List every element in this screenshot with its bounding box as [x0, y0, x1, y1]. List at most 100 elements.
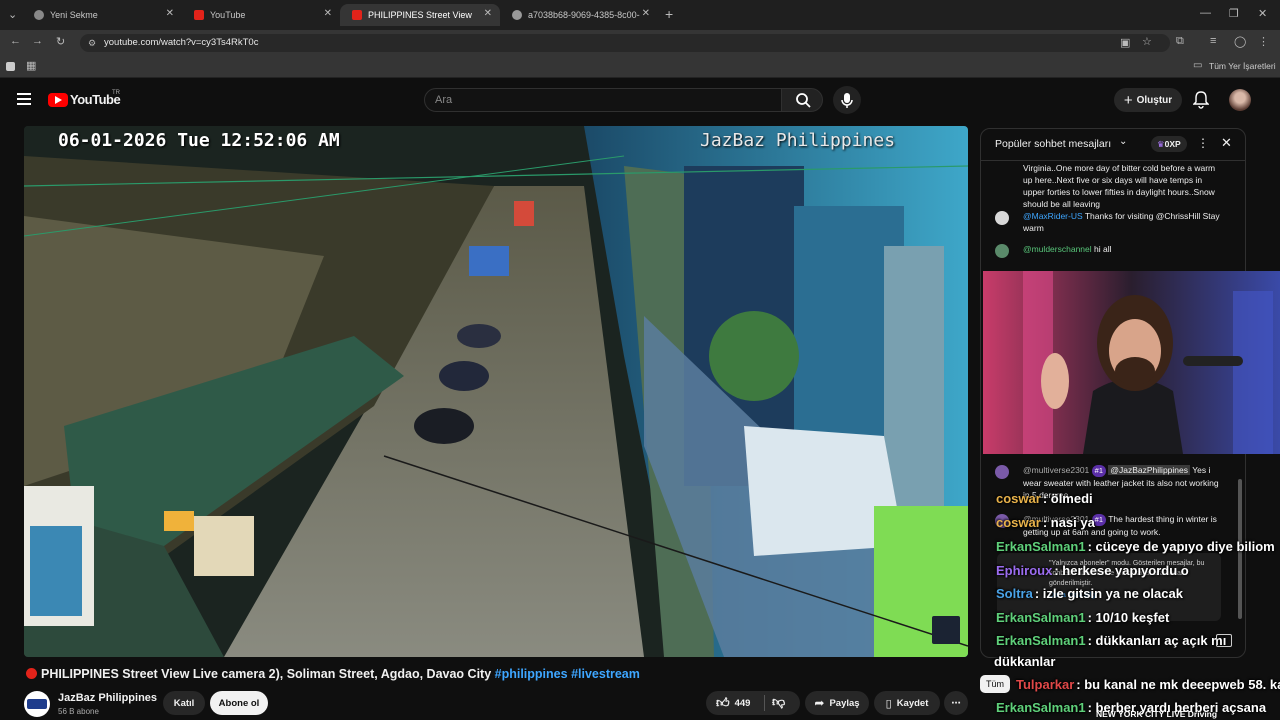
youtube-favicon-icon: [194, 10, 204, 20]
tab-search-icon[interactable]: ⌄: [8, 8, 17, 21]
overlay-chat-text: : nasi ya: [1042, 515, 1095, 530]
account-avatar[interactable]: [1229, 89, 1251, 111]
overlay-chat-name: ErkanSalman1: [996, 633, 1086, 648]
overlay-chat-line: coswar: nasi ya: [996, 515, 1095, 530]
like-dislike-group: 👍︎ 449 👎︎: [706, 691, 800, 715]
chat-expand-icon[interactable]: [1216, 634, 1232, 647]
tab-youtube[interactable]: YouTube ✕: [182, 4, 340, 26]
share-button[interactable]: ➦ Paylaş: [805, 691, 869, 715]
notifications-bell-icon[interactable]: [1192, 91, 1210, 114]
more-dots-icon: ⋯: [951, 697, 961, 709]
minimize-icon[interactable]: —: [1200, 7, 1211, 19]
dislike-icon[interactable]: 👎︎: [772, 694, 785, 710]
search-button[interactable]: [781, 88, 823, 112]
like-icon[interactable]: 👍︎: [716, 695, 730, 711]
save-label: Kaydet: [896, 697, 929, 709]
save-bookmark-icon: ▯: [885, 697, 892, 710]
like-count[interactable]: 449: [735, 698, 751, 709]
back-icon[interactable]: ←: [10, 35, 21, 47]
restore-icon[interactable]: ❐: [1229, 7, 1239, 20]
join-label: Katıl: [173, 697, 195, 709]
overlay-chat-name: Ephiroux: [996, 563, 1053, 578]
tab-philippines-stream[interactable]: PHILIPPINES Street View Live ✕: [340, 4, 500, 26]
new-tab-plus-icon[interactable]: +: [665, 6, 673, 22]
microphone-icon: [841, 93, 853, 108]
all-bookmarks-link[interactable]: Tüm Yer İşaretleri: [1209, 61, 1276, 71]
chat-message: Virginia..One more day of bitter cold be…: [995, 162, 1223, 210]
video-frame: [24, 126, 968, 657]
overlay-chat-text: : dükkanları aç açık mı: [1087, 633, 1227, 648]
chat-author[interactable]: @mulderschannel: [1023, 244, 1092, 254]
overlay-chat-name: coswar: [996, 515, 1041, 530]
reload-icon[interactable]: ↻: [56, 35, 65, 48]
bookmarks-bar: ▦ ▭ Tüm Yer İşaretleri: [0, 56, 1280, 78]
camera-watermark: JazBaz Philippines: [700, 130, 896, 151]
hamburger-menu-icon[interactable]: [17, 93, 31, 105]
overlay-chat-line: Soltra: izle gitsin ya ne olacak: [996, 586, 1183, 601]
overlay-chat-name: Tulparkar: [1016, 677, 1075, 692]
close-tab-icon[interactable]: ✕: [642, 8, 650, 19]
overlay-chat-line: ErkanSalman1: dükkanları aç açık mı: [996, 633, 1226, 648]
install-app-icon[interactable]: ▣: [1120, 36, 1130, 49]
chat-more-icon[interactable]: ⋮: [1197, 136, 1209, 150]
user-avatar[interactable]: [995, 465, 1009, 479]
channel-avatar[interactable]: [24, 691, 50, 717]
media-icon[interactable]: ≡: [1210, 35, 1216, 47]
tab-new-tab[interactable]: Yeni Sekme ✕: [22, 4, 182, 26]
create-button[interactable]: + Oluştur: [1114, 88, 1182, 112]
hashtag-link[interactable]: #philippines: [495, 667, 568, 681]
close-window-icon[interactable]: ✕: [1258, 7, 1267, 20]
chat-message-text: Virginia..One more day of bitter cold be…: [1023, 163, 1216, 209]
channel-name[interactable]: JazBaz Philippines: [58, 692, 157, 704]
search-input[interactable]: Ara: [424, 88, 782, 112]
camera-timestamp: 06-01-2026 Tue 12:52:06 AM: [58, 130, 340, 151]
close-tab-icon[interactable]: ✕: [324, 8, 332, 19]
extensions-icon[interactable]: ⧉: [1176, 35, 1184, 48]
chat-author[interactable]: @MaxRider-US: [1023, 211, 1083, 221]
close-chat-icon[interactable]: ✕: [1221, 135, 1232, 151]
create-label: Oluştur: [1136, 94, 1173, 106]
tab-label: Yeni Sekme: [50, 10, 98, 20]
next-video-title[interactable]: NEW YORK CITY LIVE Driving: [1096, 709, 1217, 719]
profile-icon[interactable]: ◯: [1234, 35, 1246, 48]
url-field[interactable]: ⚙ youtube.com/watch?v=cy3Ts4RkT0c: [80, 34, 1170, 52]
live-dot-icon: [26, 668, 37, 679]
save-button[interactable]: ▯ Kaydet: [874, 691, 940, 715]
overlay-chat-text: : cüceye de yapıyo diye biliom: [1087, 539, 1275, 554]
video-player[interactable]: 06-01-2026 Tue 12:52:06 AM JazBaz Philip…: [24, 126, 968, 657]
bookmark-page-icon[interactable]: [6, 62, 15, 71]
overlay-chat-name: coswar: [996, 491, 1041, 506]
globe-icon: [34, 10, 44, 20]
subscribe-label: Abone ol: [218, 697, 260, 709]
bookmark-star-icon[interactable]: ☆: [1142, 35, 1152, 48]
join-button[interactable]: Katıl: [163, 691, 205, 715]
webcam-frame: [983, 271, 1280, 454]
region-code: TR: [112, 90, 120, 96]
tab-document[interactable]: a7038b68-9069-4385-8c00-8c ✕: [500, 4, 658, 26]
chat-author[interactable]: @multiverse2301: [1023, 465, 1089, 475]
filter-chip-all[interactable]: Tüm: [980, 675, 1010, 693]
chevron-down-icon[interactable]: ⌄: [1119, 136, 1127, 147]
subscriber-count: 56 B abone: [58, 707, 99, 716]
user-avatar[interactable]: [995, 244, 1009, 258]
hashtag-link[interactable]: #livestream: [571, 667, 640, 681]
menu-icon[interactable]: ⋮: [1258, 35, 1269, 48]
channel-watermark-icon[interactable]: [932, 616, 960, 644]
chat-mention[interactable]: @JazBazPhilippines: [1108, 465, 1190, 475]
subscribe-button[interactable]: Abone ol: [210, 691, 268, 715]
more-actions-button[interactable]: ⋯: [944, 691, 968, 715]
forward-icon[interactable]: →: [32, 35, 43, 47]
chat-mode-selector[interactable]: Popüler sohbet mesajları: [995, 138, 1111, 150]
close-tab-icon[interactable]: ✕: [484, 8, 492, 19]
youtube-logo-icon[interactable]: [48, 93, 68, 107]
site-info-icon[interactable]: ⚙: [88, 34, 96, 52]
tab-label: a7038b68-9069-4385-8c00-8c: [528, 10, 640, 20]
close-tab-icon[interactable]: ✕: [166, 8, 174, 19]
apps-grid-icon[interactable]: ▦: [26, 59, 36, 72]
overlay-chat-line: ErkanSalman1: cüceye de yapıyo diye bili…: [996, 539, 1275, 554]
user-avatar[interactable]: [995, 211, 1009, 225]
xp-badge[interactable]: ♛0XP: [1151, 136, 1187, 152]
overlay-chat-text: : izle gitsin ya ne olacak: [1034, 586, 1183, 601]
overlay-chat-line: coswar: ölmedi: [996, 491, 1093, 506]
voice-search-button[interactable]: [833, 86, 861, 114]
